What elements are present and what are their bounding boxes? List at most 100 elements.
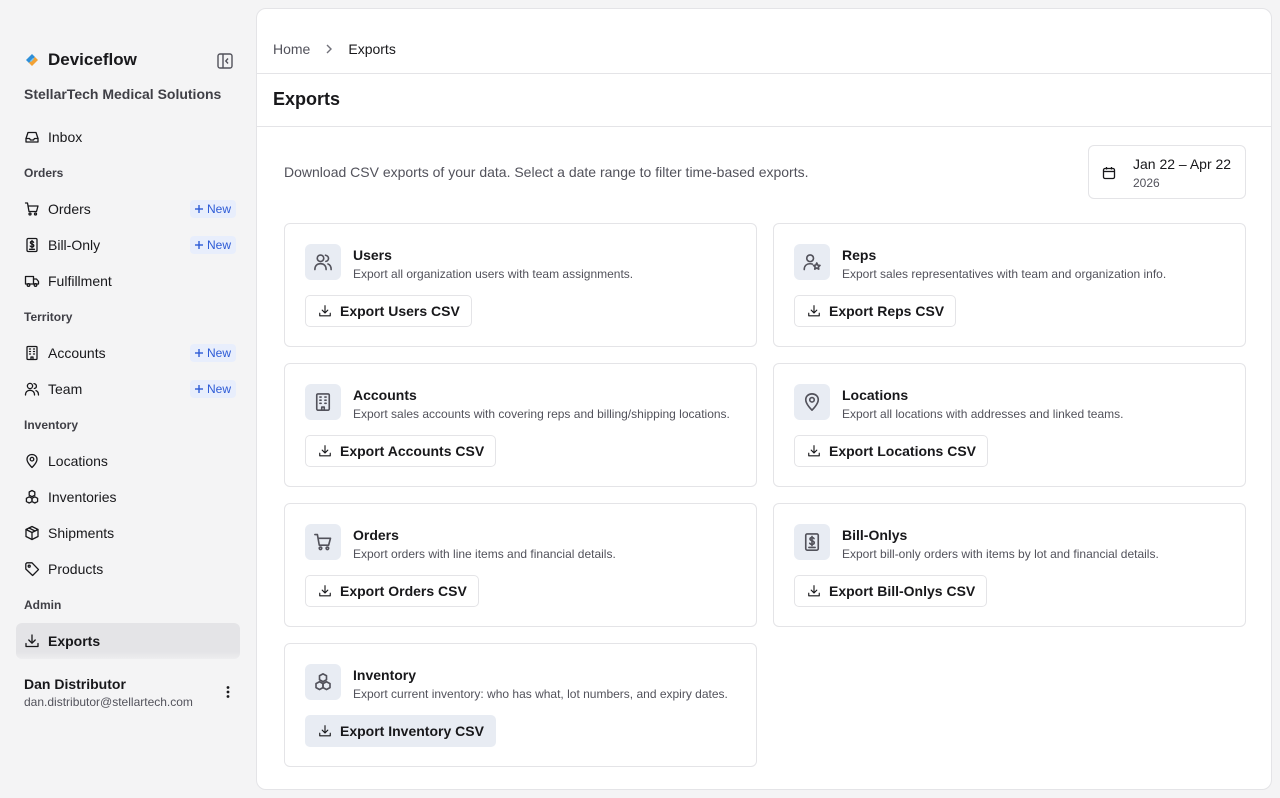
export-card-description: Export all organization users with team … (353, 267, 634, 281)
export-locations-csv-button[interactable]: Export Locations CSV (794, 435, 989, 467)
new-badge-label: New (206, 382, 231, 396)
sidebar-item-label: Inbox (48, 129, 83, 145)
export-card-reps: Reps Export sales representatives with te… (773, 223, 1246, 347)
export-button-label: Export Users CSV (340, 303, 460, 319)
export-card-title: Orders (353, 527, 399, 543)
user-email: dan.distributor@stellartech.com (24, 695, 193, 709)
date-range-picker[interactable]: Jan 22 – Apr 22 2026 (1088, 145, 1246, 199)
export-card-description: Export sales representatives with team a… (842, 267, 1167, 281)
export-bill-onlys-csv-button[interactable]: Export Bill-Onlys CSV (794, 575, 988, 607)
sidebar-item-orders[interactable]: Orders New (16, 191, 240, 227)
download-icon (318, 444, 332, 458)
export-card-title: Bill-Onlys (842, 527, 908, 543)
plus-icon (194, 384, 204, 394)
sidebar-item-label: Team (48, 381, 83, 397)
sidebar-toggle-icon[interactable] (216, 52, 234, 70)
sidebar-item-team[interactable]: Team New (16, 371, 240, 407)
export-orders-csv-button[interactable]: Export Orders CSV (305, 575, 479, 607)
sidebar-item-label: Inventories (48, 489, 117, 505)
export-card-bill-onlys: Bill-Onlys Export bill-only orders with i… (773, 503, 1246, 627)
app-name: Deviceflow (48, 50, 137, 69)
users-icon (305, 244, 341, 280)
sidebar-item-fulfillment[interactable]: Fulfillment (16, 263, 240, 299)
sidebar-item-shipments[interactable]: Shipments (16, 515, 240, 551)
organization-name: StellarTech Medical Solutions (24, 86, 222, 102)
export-card-description: Export sales accounts with covering reps… (353, 407, 730, 421)
sidebar-item-bill-only[interactable]: Bill-Only New (16, 227, 240, 263)
more-vertical-icon[interactable] (220, 684, 236, 700)
sidebar-item-inbox[interactable]: Inbox (16, 119, 240, 155)
sidebar-item-inventories[interactable]: Inventories (16, 479, 240, 515)
export-card-description: Export current inventory: who has what, … (353, 687, 728, 701)
sidebar-item-label: Orders (48, 201, 91, 217)
plus-icon (194, 204, 204, 214)
page-title: Exports (273, 89, 341, 109)
new-badge-label: New (206, 238, 231, 252)
export-card-description: Export all locations with addresses and … (842, 407, 1124, 421)
new-badge-button[interactable]: New (189, 236, 236, 254)
sidebar-item-locations[interactable]: Locations (16, 443, 240, 479)
building-icon (305, 384, 341, 420)
download-icon (318, 584, 332, 598)
export-card-description: Export orders with line items and financ… (353, 547, 616, 561)
package-icon (24, 525, 40, 541)
deviceflow-logo-icon (24, 52, 40, 68)
chevron-right-icon (322, 42, 336, 56)
export-card-description: Export bill-only orders with items by lo… (842, 547, 1159, 561)
user-profile[interactable]: Dan Distributor dan.distributor@stellart… (24, 676, 240, 709)
new-badge-label: New (206, 202, 231, 216)
date-range-label: Jan 22 – Apr 22 (1133, 156, 1232, 172)
nav-scroll-fade (16, 652, 240, 664)
export-button-label: Export Reps CSV (829, 303, 945, 319)
calendar-icon (1102, 166, 1116, 180)
export-button-label: Export Orders CSV (340, 583, 467, 599)
brand[interactable]: Deviceflow (24, 50, 137, 70)
export-card-title: Inventory (353, 667, 417, 683)
nav-section-inventory: Inventory (24, 418, 79, 432)
download-icon (807, 304, 821, 318)
export-button-label: Export Inventory CSV (340, 723, 484, 739)
nav-section-orders: Orders (24, 166, 64, 180)
export-card-title: Reps (842, 247, 877, 263)
breadcrumb-home-link[interactable]: Home (273, 41, 310, 57)
export-reps-csv-button[interactable]: Export Reps CSV (794, 295, 957, 327)
header-divider (257, 73, 1271, 74)
plus-icon (194, 348, 204, 358)
export-card-title: Users (353, 247, 392, 263)
cart-icon (24, 201, 40, 217)
export-button-label: Export Accounts CSV (340, 443, 485, 459)
title-divider (257, 126, 1271, 127)
inbox-icon (24, 129, 40, 145)
download-icon (24, 633, 40, 649)
boxes-icon (305, 664, 341, 700)
download-icon (318, 304, 332, 318)
export-inventory-csv-button[interactable]: Export Inventory CSV (305, 715, 496, 747)
sidebar-item-accounts[interactable]: Accounts New (16, 335, 240, 371)
page-description: Download CSV exports of your data. Selec… (284, 164, 809, 180)
download-icon (318, 724, 332, 738)
cart-icon (305, 524, 341, 560)
new-badge-button[interactable]: New (189, 200, 236, 218)
bill-icon (24, 237, 40, 253)
plus-icon (194, 240, 204, 250)
download-icon (807, 444, 821, 458)
download-icon (807, 584, 821, 598)
export-card-accounts: Accounts Export sales accounts with cover… (284, 363, 757, 487)
export-card-title: Accounts (353, 387, 417, 403)
export-card-orders: Orders Export orders with line items and … (284, 503, 757, 627)
nav-section-admin: Admin (24, 598, 62, 612)
sidebar: Deviceflow StellarTech Medical Solutions… (0, 0, 256, 798)
sidebar-item-label: Accounts (48, 345, 106, 361)
new-badge-button[interactable]: New (189, 344, 236, 362)
nav-section-territory: Territory (24, 310, 73, 324)
export-accounts-csv-button[interactable]: Export Accounts CSV (305, 435, 497, 467)
date-range-year: 2026 (1133, 176, 1160, 190)
new-badge-button[interactable]: New (189, 380, 236, 398)
sidebar-item-label: Shipments (48, 525, 115, 541)
truck-icon (24, 273, 40, 289)
export-button-label: Export Bill-Onlys CSV (829, 583, 976, 599)
breadcrumb: Home Exports (273, 41, 396, 57)
export-users-csv-button[interactable]: Export Users CSV (305, 295, 472, 327)
users-icon (24, 381, 40, 397)
sidebar-item-products[interactable]: Products (16, 551, 240, 587)
